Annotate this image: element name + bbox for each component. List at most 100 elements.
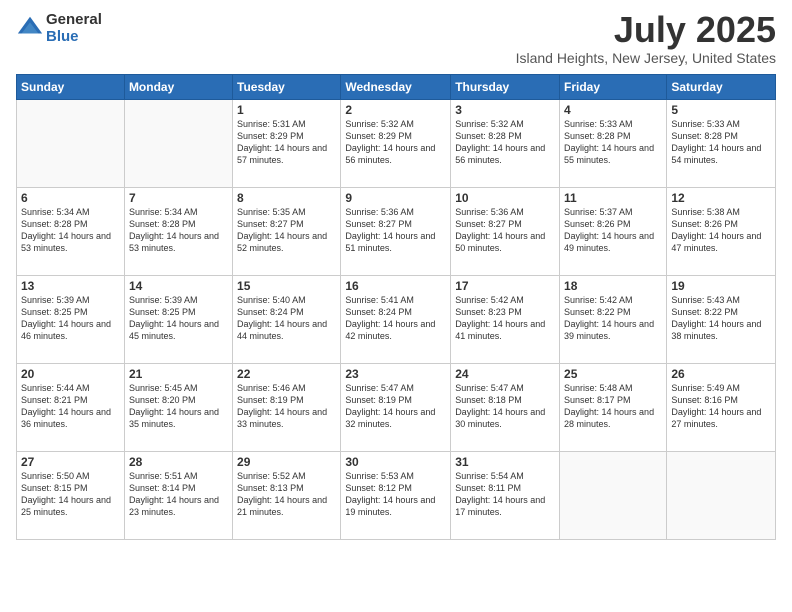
day-number: 23: [345, 367, 446, 381]
table-row: 24Sunrise: 5:47 AMSunset: 8:18 PMDayligh…: [451, 364, 560, 452]
calendar-week-row: 20Sunrise: 5:44 AMSunset: 8:21 PMDayligh…: [17, 364, 776, 452]
table-row: 22Sunrise: 5:46 AMSunset: 8:19 PMDayligh…: [233, 364, 341, 452]
day-number: 5: [671, 103, 771, 117]
day-number: 21: [129, 367, 228, 381]
table-row: 1Sunrise: 5:31 AMSunset: 8:29 PMDaylight…: [233, 100, 341, 188]
day-number: 6: [21, 191, 120, 205]
logo: General Blue: [16, 12, 102, 45]
table-row: 20Sunrise: 5:44 AMSunset: 8:21 PMDayligh…: [17, 364, 125, 452]
table-row: 13Sunrise: 5:39 AMSunset: 8:25 PMDayligh…: [17, 276, 125, 364]
day-info: Sunrise: 5:39 AMSunset: 8:25 PMDaylight:…: [21, 294, 120, 343]
page: General Blue July 2025 Island Heights, N…: [0, 0, 792, 612]
day-info: Sunrise: 5:34 AMSunset: 8:28 PMDaylight:…: [129, 206, 228, 255]
calendar-week-row: 27Sunrise: 5:50 AMSunset: 8:15 PMDayligh…: [17, 452, 776, 540]
day-info: Sunrise: 5:40 AMSunset: 8:24 PMDaylight:…: [237, 294, 336, 343]
table-row: 9Sunrise: 5:36 AMSunset: 8:27 PMDaylight…: [341, 188, 451, 276]
header-wednesday: Wednesday: [341, 75, 451, 100]
day-info: Sunrise: 5:36 AMSunset: 8:27 PMDaylight:…: [455, 206, 555, 255]
day-number: 2: [345, 103, 446, 117]
day-number: 11: [564, 191, 662, 205]
table-row: 25Sunrise: 5:48 AMSunset: 8:17 PMDayligh…: [560, 364, 667, 452]
table-row: 31Sunrise: 5:54 AMSunset: 8:11 PMDayligh…: [451, 452, 560, 540]
table-row: 26Sunrise: 5:49 AMSunset: 8:16 PMDayligh…: [667, 364, 776, 452]
day-number: 31: [455, 455, 555, 469]
table-row: 19Sunrise: 5:43 AMSunset: 8:22 PMDayligh…: [667, 276, 776, 364]
day-info: Sunrise: 5:32 AMSunset: 8:29 PMDaylight:…: [345, 118, 446, 167]
day-number: 25: [564, 367, 662, 381]
day-info: Sunrise: 5:47 AMSunset: 8:18 PMDaylight:…: [455, 382, 555, 431]
logo-general-label: General: [46, 12, 102, 29]
header-saturday: Saturday: [667, 75, 776, 100]
header-tuesday: Tuesday: [233, 75, 341, 100]
day-number: 19: [671, 279, 771, 293]
day-info: Sunrise: 5:32 AMSunset: 8:28 PMDaylight:…: [455, 118, 555, 167]
table-row: [560, 452, 667, 540]
table-row: 5Sunrise: 5:33 AMSunset: 8:28 PMDaylight…: [667, 100, 776, 188]
day-info: Sunrise: 5:43 AMSunset: 8:22 PMDaylight:…: [671, 294, 771, 343]
day-info: Sunrise: 5:47 AMSunset: 8:19 PMDaylight:…: [345, 382, 446, 431]
calendar-week-row: 1Sunrise: 5:31 AMSunset: 8:29 PMDaylight…: [17, 100, 776, 188]
day-number: 28: [129, 455, 228, 469]
day-info: Sunrise: 5:42 AMSunset: 8:23 PMDaylight:…: [455, 294, 555, 343]
day-number: 26: [671, 367, 771, 381]
day-info: Sunrise: 5:45 AMSunset: 8:20 PMDaylight:…: [129, 382, 228, 431]
table-row: 30Sunrise: 5:53 AMSunset: 8:12 PMDayligh…: [341, 452, 451, 540]
table-row: 28Sunrise: 5:51 AMSunset: 8:14 PMDayligh…: [124, 452, 232, 540]
day-number: 14: [129, 279, 228, 293]
calendar-week-row: 6Sunrise: 5:34 AMSunset: 8:28 PMDaylight…: [17, 188, 776, 276]
table-row: 29Sunrise: 5:52 AMSunset: 8:13 PMDayligh…: [233, 452, 341, 540]
table-row: 4Sunrise: 5:33 AMSunset: 8:28 PMDaylight…: [560, 100, 667, 188]
day-number: 22: [237, 367, 336, 381]
calendar-table: Sunday Monday Tuesday Wednesday Thursday…: [16, 74, 776, 540]
day-info: Sunrise: 5:49 AMSunset: 8:16 PMDaylight:…: [671, 382, 771, 431]
logo-text: General Blue: [46, 12, 102, 45]
day-info: Sunrise: 5:33 AMSunset: 8:28 PMDaylight:…: [671, 118, 771, 167]
table-row: 7Sunrise: 5:34 AMSunset: 8:28 PMDaylight…: [124, 188, 232, 276]
day-info: Sunrise: 5:38 AMSunset: 8:26 PMDaylight:…: [671, 206, 771, 255]
day-number: 24: [455, 367, 555, 381]
day-number: 9: [345, 191, 446, 205]
day-info: Sunrise: 5:50 AMSunset: 8:15 PMDaylight:…: [21, 470, 120, 519]
day-number: 13: [21, 279, 120, 293]
day-info: Sunrise: 5:42 AMSunset: 8:22 PMDaylight:…: [564, 294, 662, 343]
day-info: Sunrise: 5:46 AMSunset: 8:19 PMDaylight:…: [237, 382, 336, 431]
table-row: 12Sunrise: 5:38 AMSunset: 8:26 PMDayligh…: [667, 188, 776, 276]
table-row: 10Sunrise: 5:36 AMSunset: 8:27 PMDayligh…: [451, 188, 560, 276]
logo-icon: [16, 13, 44, 41]
day-number: 12: [671, 191, 771, 205]
title-location: Island Heights, New Jersey, United State…: [516, 50, 776, 66]
day-number: 4: [564, 103, 662, 117]
calendar-header-row: Sunday Monday Tuesday Wednesday Thursday…: [17, 75, 776, 100]
table-row: 16Sunrise: 5:41 AMSunset: 8:24 PMDayligh…: [341, 276, 451, 364]
header-friday: Friday: [560, 75, 667, 100]
day-number: 8: [237, 191, 336, 205]
header-sunday: Sunday: [17, 75, 125, 100]
day-info: Sunrise: 5:31 AMSunset: 8:29 PMDaylight:…: [237, 118, 336, 167]
day-info: Sunrise: 5:34 AMSunset: 8:28 PMDaylight:…: [21, 206, 120, 255]
calendar-week-row: 13Sunrise: 5:39 AMSunset: 8:25 PMDayligh…: [17, 276, 776, 364]
day-number: 20: [21, 367, 120, 381]
day-number: 29: [237, 455, 336, 469]
day-number: 15: [237, 279, 336, 293]
day-number: 30: [345, 455, 446, 469]
day-number: 16: [345, 279, 446, 293]
day-info: Sunrise: 5:54 AMSunset: 8:11 PMDaylight:…: [455, 470, 555, 519]
table-row: 15Sunrise: 5:40 AMSunset: 8:24 PMDayligh…: [233, 276, 341, 364]
day-number: 27: [21, 455, 120, 469]
table-row: 3Sunrise: 5:32 AMSunset: 8:28 PMDaylight…: [451, 100, 560, 188]
day-number: 3: [455, 103, 555, 117]
table-row: 27Sunrise: 5:50 AMSunset: 8:15 PMDayligh…: [17, 452, 125, 540]
day-info: Sunrise: 5:44 AMSunset: 8:21 PMDaylight:…: [21, 382, 120, 431]
header-monday: Monday: [124, 75, 232, 100]
logo-blue-label: Blue: [46, 29, 102, 46]
table-row: 17Sunrise: 5:42 AMSunset: 8:23 PMDayligh…: [451, 276, 560, 364]
day-info: Sunrise: 5:53 AMSunset: 8:12 PMDaylight:…: [345, 470, 446, 519]
table-row: [667, 452, 776, 540]
day-info: Sunrise: 5:51 AMSunset: 8:14 PMDaylight:…: [129, 470, 228, 519]
day-number: 1: [237, 103, 336, 117]
day-info: Sunrise: 5:35 AMSunset: 8:27 PMDaylight:…: [237, 206, 336, 255]
day-number: 7: [129, 191, 228, 205]
day-number: 17: [455, 279, 555, 293]
table-row: 8Sunrise: 5:35 AMSunset: 8:27 PMDaylight…: [233, 188, 341, 276]
table-row: 18Sunrise: 5:42 AMSunset: 8:22 PMDayligh…: [560, 276, 667, 364]
